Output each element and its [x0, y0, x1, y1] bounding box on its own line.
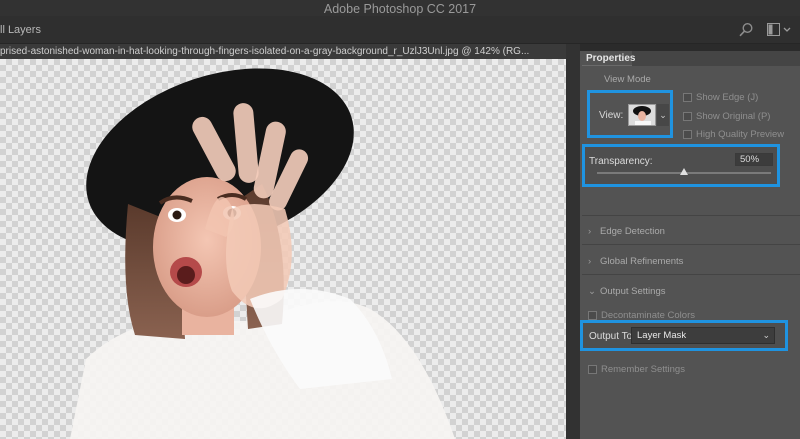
title-bar: Adobe Photoshop CC 2017 [0, 0, 800, 16]
transparency-value-field[interactable]: 50% [735, 153, 773, 166]
remember-settings-checkbox[interactable] [588, 365, 597, 374]
section-output-settings[interactable]: ⌄ Output Settings [588, 286, 665, 297]
transparency-label: Transparency: [589, 156, 653, 167]
output-to-select[interactable]: Layer Mask ⌄ [631, 327, 775, 344]
show-edge-option[interactable]: Show Edge (J) [683, 92, 758, 103]
options-label[interactable]: ll Layers [0, 24, 41, 36]
options-bar: ll Layers [0, 16, 800, 44]
remember-settings-label: Remember Settings [601, 364, 685, 375]
output-to-label: Output To: [589, 331, 635, 342]
document-tab[interactable]: prised-astonished-woman-in-hat-looking-t… [0, 44, 574, 59]
view-mode-dropdown[interactable]: ⌄ [657, 104, 669, 126]
view-mode-heading-label: View Mode [604, 74, 651, 85]
app-title: Adobe Photoshop CC 2017 [323, 2, 477, 16]
chevron-down-icon: ⌄ [588, 286, 596, 297]
show-original-checkbox[interactable] [683, 112, 692, 121]
transparency-slider-handle[interactable] [680, 168, 688, 175]
high-quality-option[interactable]: High Quality Preview [683, 129, 784, 140]
canvas-scroll-gap [566, 44, 580, 439]
tab-properties-label: Properties [586, 53, 636, 64]
view-thumbnail-preview [629, 105, 655, 125]
section-edge-detection[interactable]: › Edge Detection [588, 226, 665, 237]
section-global-refinements[interactable]: › Global Refinements [588, 256, 683, 267]
panel-header-strip [632, 51, 800, 66]
output-to-highlight: Output To: Layer Mask ⌄ [580, 320, 788, 351]
view-mode-heading: View Mode [604, 74, 651, 85]
section-edge-detection-label: Edge Detection [600, 226, 665, 237]
document-canvas[interactable] [0, 59, 566, 439]
transparency-highlight: Transparency: 50% [582, 144, 780, 187]
transparency-value: 50% [740, 154, 760, 165]
output-to-value: Layer Mask [637, 330, 687, 341]
show-edge-label: Show Edge (J) [696, 92, 759, 103]
show-original-option[interactable]: Show Original (P) [683, 111, 770, 122]
show-original-label: Show Original (P) [696, 111, 771, 122]
high-quality-checkbox[interactable] [683, 130, 692, 139]
view-mode-highlight: View: ⌄ [587, 90, 673, 138]
divider [582, 274, 800, 275]
search-icon[interactable] [738, 22, 754, 38]
show-edge-checkbox[interactable] [683, 93, 692, 102]
workspace-icon[interactable] [767, 23, 791, 37]
high-quality-label: High Quality Preview [696, 129, 785, 140]
section-output-settings-label: Output Settings [600, 286, 666, 297]
view-thumbnail[interactable] [628, 104, 656, 126]
chevron-down-icon: ⌄ [659, 110, 667, 120]
chevron-down-icon: ⌄ [762, 330, 770, 340]
photo-woman-in-hat [70, 68, 455, 439]
tab-properties[interactable]: Properties [582, 51, 636, 66]
remember-settings-option[interactable]: Remember Settings [588, 364, 685, 375]
decontaminate-checkbox[interactable] [588, 311, 597, 320]
divider [582, 215, 800, 216]
view-label: View: [599, 110, 624, 121]
chevron-right-icon: › [588, 256, 592, 267]
divider [582, 244, 800, 245]
document-tab-title: prised-astonished-woman-in-hat-looking-t… [0, 46, 530, 57]
section-global-refinements-label: Global Refinements [600, 256, 684, 267]
chevron-right-icon: › [588, 226, 592, 237]
